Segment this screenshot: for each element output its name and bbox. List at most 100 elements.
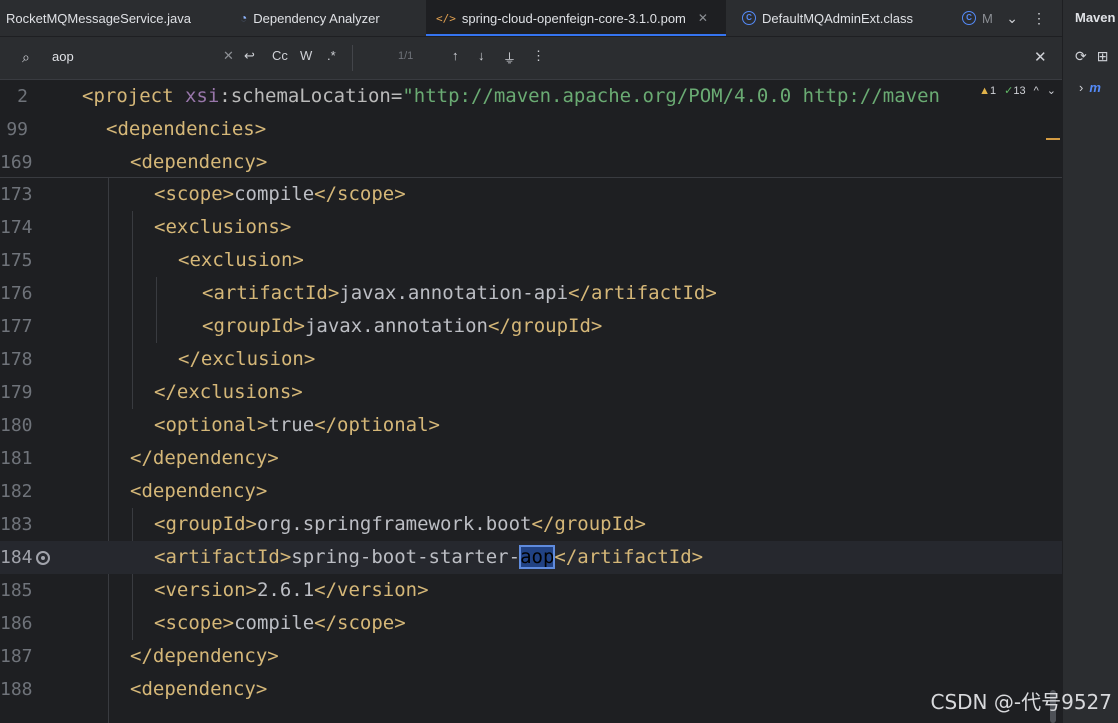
whole-words-button[interactable]: W: [300, 48, 312, 63]
clear-search-icon[interactable]: ✕: [223, 48, 234, 64]
code-token: <dependency>: [130, 151, 268, 173]
code-line[interactable]: 175 <exclusion>: [0, 244, 1062, 277]
divider: [352, 45, 353, 71]
maven-tool-window: Maven ⟳ ⊞ › m: [1062, 0, 1118, 723]
previous-match-icon[interactable]: ↑: [452, 48, 459, 63]
line-number[interactable]: 175: [0, 244, 33, 277]
tab-tools: ⌄ ⋮: [1006, 0, 1062, 36]
code-line[interactable]: 179 </exclusions>: [0, 376, 1062, 409]
code-text: <dependency>: [130, 475, 267, 508]
line-number[interactable]: 99: [0, 113, 28, 146]
line-number[interactable]: 186: [0, 607, 33, 640]
code-line[interactable]: 185 <version>2.6.1</version>: [0, 574, 1062, 607]
line-number[interactable]: 176: [0, 277, 33, 310]
code-token: </scope>: [314, 612, 406, 634]
line-number[interactable]: 188: [0, 673, 33, 706]
code-token: org.springframework.boot: [256, 513, 532, 535]
code-token: <scope>: [154, 612, 235, 634]
search-input[interactable]: [52, 49, 212, 64]
regex-button[interactable]: .*: [327, 48, 336, 63]
maven-icon: m: [1089, 80, 1101, 95]
match-case-button[interactable]: Cc: [272, 48, 288, 63]
code-token: <dependencies>: [106, 118, 267, 140]
code-line[interactable]: 182 <dependency>: [0, 475, 1062, 508]
line-number[interactable]: 169: [0, 146, 33, 179]
sticky-code-line[interactable]: 169 <dependency>: [0, 146, 1062, 179]
code-text: <scope>compile</scope>: [154, 178, 406, 211]
code-token: </optional>: [314, 414, 440, 436]
code-line[interactable]: 173 <scope>compile</scope>: [0, 178, 1062, 211]
class-icon: C: [962, 11, 976, 25]
code-token: spring-boot-starter-: [291, 546, 521, 568]
line-number[interactable]: 187: [0, 640, 33, 673]
tab-label: spring-cloud-openfeign-core-3.1.0.pom: [461, 10, 686, 26]
code-line[interactable]: 180 <optional>true</optional>: [0, 409, 1062, 442]
line-number[interactable]: 178: [0, 343, 33, 376]
chevron-right-icon[interactable]: ›: [1079, 80, 1083, 95]
code-text: <exclusion>: [178, 244, 304, 277]
tab-default-mq-admin-ext[interactable]: C DefaultMQAdminExt.class: [742, 0, 913, 36]
add-project-icon[interactable]: ⊞: [1097, 48, 1109, 65]
line-number[interactable]: 180: [0, 409, 33, 442]
line-number[interactable]: 184: [0, 541, 33, 574]
next-match-icon[interactable]: ↓: [478, 48, 485, 63]
line-number[interactable]: 181: [0, 442, 33, 475]
search-match: aop: [519, 545, 556, 569]
code-editor[interactable]: ▲1 ✓13 ^ ⌄ 2 <project xsi:schemaLocation=…: [0, 80, 1062, 723]
code-token: </dependency>: [130, 447, 279, 469]
code-line[interactable]: 178 </exclusion>: [0, 343, 1062, 376]
code-token: compile: [234, 612, 315, 634]
code-line[interactable]: 186 <scope>compile</scope>: [0, 607, 1062, 640]
line-number[interactable]: 183: [0, 508, 33, 541]
tab-label: DefaultMQAdminExt.class: [762, 10, 913, 26]
line-number[interactable]: 177: [0, 310, 33, 343]
code-token: </artifactId>: [554, 546, 704, 568]
chevron-down-icon[interactable]: ⌄: [1006, 10, 1018, 27]
reload-icon[interactable]: ⟳: [1075, 48, 1087, 65]
line-number[interactable]: 2: [0, 80, 28, 113]
code-line[interactable]: 184 <artifactId>spring-boot-starter-aop</…: [0, 541, 1062, 574]
close-icon[interactable]: ✕: [698, 11, 708, 25]
line-number[interactable]: 182: [0, 475, 33, 508]
code-line[interactable]: 181 </dependency>: [0, 442, 1062, 475]
code-line[interactable]: 183 <groupId>org.springframework.boot</gr…: [0, 508, 1062, 541]
tab-dependency-analyzer[interactable]: ◔ Dependency Analyzer: [240, 0, 380, 36]
line-number[interactable]: 179: [0, 376, 33, 409]
search-icon[interactable]: ⌕: [22, 49, 30, 66]
code-line[interactable]: 187 </dependency>: [0, 640, 1062, 673]
navigate-gutter-icon[interactable]: [36, 551, 50, 565]
close-find-icon[interactable]: ✕: [1034, 48, 1047, 66]
class-icon: C: [742, 11, 756, 25]
code-token: </version>: [314, 579, 429, 601]
code-text: <dependencies>: [106, 113, 266, 146]
maven-project-tree-item[interactable]: › m: [1079, 80, 1101, 95]
line-number[interactable]: 185: [0, 574, 33, 607]
code-line[interactable]: 174 <exclusions>: [0, 211, 1062, 244]
replace-toggle-icon[interactable]: ↩: [244, 48, 255, 64]
analyzer-icon: ◔: [240, 11, 248, 25]
filter-icon[interactable]: ⏚: [503, 48, 516, 67]
code-text: </exclusion>: [178, 343, 315, 376]
tab-label: RocketMQMessageService.java: [6, 10, 191, 26]
code-text: </exclusions>: [154, 376, 303, 409]
sticky-code-line[interactable]: 2 <project xsi:schemaLocation="http://mav…: [0, 80, 1062, 113]
code-token: </groupId>: [531, 513, 646, 535]
line-number[interactable]: 174: [0, 211, 33, 244]
line-number[interactable]: 173: [0, 178, 33, 211]
code-token: javax.annotation-api: [339, 282, 569, 304]
code-text: <exclusions>: [154, 211, 291, 244]
more-vertical-icon[interactable]: ⋮: [1032, 10, 1046, 27]
more-options-icon[interactable]: ⋮: [532, 48, 545, 64]
tab-overflow-class[interactable]: C M: [962, 0, 993, 36]
tab-rocketmq-message-service[interactable]: RocketMQMessageService.java: [0, 0, 191, 36]
code-token: <version>: [154, 579, 257, 601]
code-line[interactable]: 177 <groupId>javax.annotation</groupId>: [0, 310, 1062, 343]
code-token: <exclusion>: [178, 249, 304, 271]
code-line[interactable]: 176 <artifactId>javax.annotation-api</art…: [0, 277, 1062, 310]
code-token: javax.annotation: [304, 315, 488, 337]
tab-pom-file[interactable]: </> spring-cloud-openfeign-core-3.1.0.po…: [426, 0, 726, 36]
tab-label: M: [982, 10, 993, 26]
code-text: <groupId>javax.annotation</groupId>: [202, 310, 602, 343]
code-line[interactable]: 188 <dependency>: [0, 673, 1062, 706]
sticky-code-line[interactable]: 99 <dependencies>: [0, 113, 1062, 146]
